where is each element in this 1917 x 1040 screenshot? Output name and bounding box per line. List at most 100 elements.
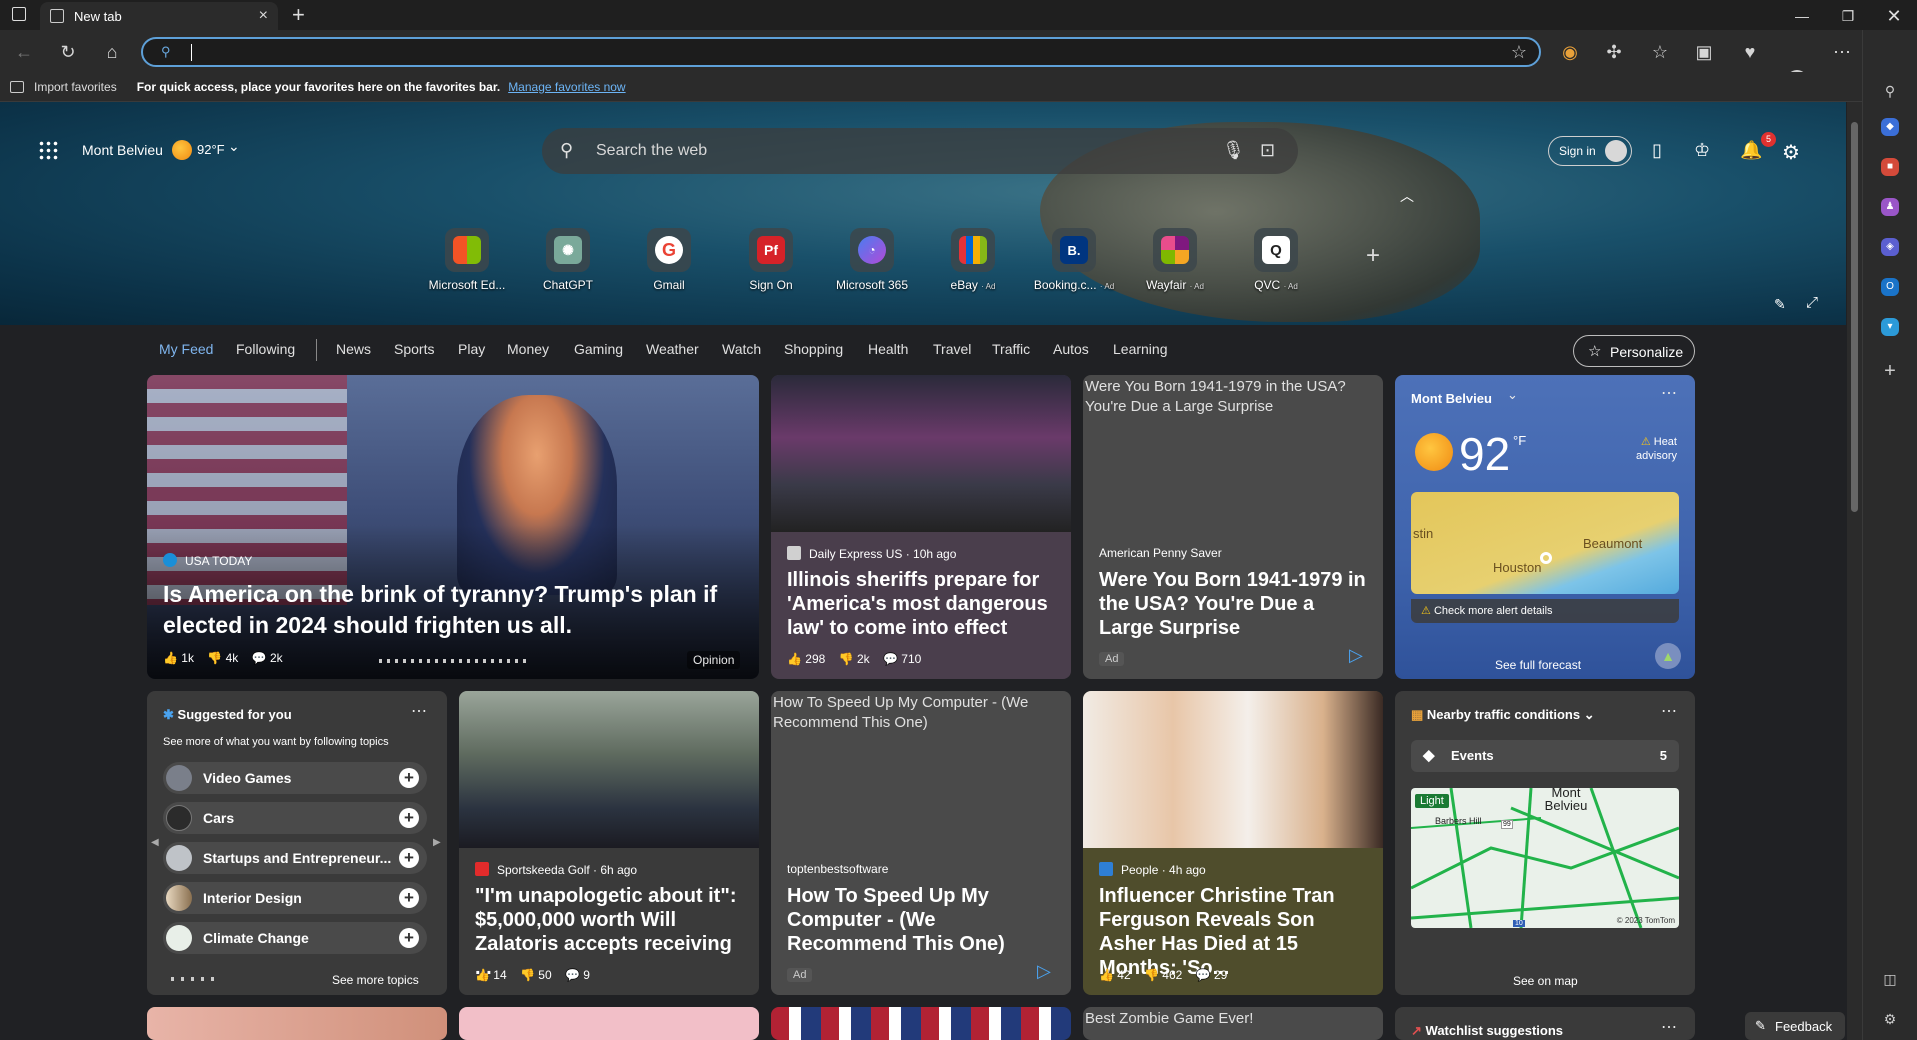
- people-news-card[interactable]: People · 4h ago Influencer Christine Tra…: [1083, 691, 1383, 995]
- topic-interior-design[interactable]: Interior Design +: [163, 882, 427, 914]
- microphone-icon[interactable]: 🎙: [1222, 140, 1245, 161]
- more-options-icon[interactable]: ⋯: [411, 701, 427, 721]
- nav-shopping[interactable]: Shopping: [784, 341, 843, 357]
- quick-link-sign-on[interactable]: Pf Sign On: [726, 228, 816, 292]
- minimize-icon[interactable]: —: [1780, 4, 1824, 28]
- next-topics-icon[interactable]: ▶: [433, 837, 441, 848]
- carousel-dots[interactable]: [379, 659, 529, 663]
- close-icon[interactable]: ×: [259, 7, 268, 25]
- nav-autos[interactable]: Autos: [1053, 341, 1089, 357]
- quick-link-microsoft-edge[interactable]: Microsoft Ed...: [422, 228, 512, 292]
- quick-link-microsoft-365[interactable]: ◔ Microsoft 365: [827, 228, 917, 292]
- visual-search-icon[interactable]: ⊡: [1260, 140, 1275, 161]
- window-close-icon[interactable]: ✕: [1872, 4, 1916, 28]
- page-scrollbar[interactable]: [1847, 102, 1862, 1040]
- home-icon[interactable]: ⌂: [100, 40, 124, 64]
- settings-icon[interactable]: ⚙: [1877, 1006, 1903, 1032]
- ad-choices-icon[interactable]: ▷: [1037, 961, 1051, 982]
- weather-card[interactable]: Mont Belvieu ⌄ ⋯ 92 °F ⚠ Heat advisory s…: [1395, 375, 1695, 679]
- shopping-icon[interactable]: ◆: [1881, 118, 1899, 136]
- import-favorites-button[interactable]: Import favorites: [34, 80, 117, 94]
- rewards-icon[interactable]: ♔: [1694, 140, 1710, 161]
- nav-watch[interactable]: Watch: [722, 341, 761, 357]
- chevron-down-icon[interactable]: ⌄: [228, 138, 240, 155]
- more-options-icon[interactable]: ⋯: [1661, 383, 1677, 403]
- traffic-card[interactable]: ▦ Nearby traffic conditions ⌄ ⋯ ◆ Events…: [1395, 691, 1695, 995]
- drop-icon[interactable]: ▾: [1881, 318, 1899, 336]
- nav-gaming[interactable]: Gaming: [574, 341, 623, 357]
- tab-actions-icon[interactable]: [12, 7, 26, 21]
- events-row[interactable]: ◆ Events 5: [1411, 740, 1679, 772]
- edit-background-icon[interactable]: ✎: [1774, 296, 1786, 313]
- sign-in-button[interactable]: Sign in: [1548, 136, 1632, 166]
- nav-sports[interactable]: Sports: [394, 341, 434, 357]
- collections-icon[interactable]: ▣: [1692, 40, 1716, 64]
- ad-choices-icon[interactable]: ▷: [1349, 645, 1363, 666]
- nav-learning[interactable]: Learning: [1113, 341, 1168, 357]
- personalize-button[interactable]: ☆ Personalize: [1573, 335, 1695, 367]
- star-icon[interactable]: ☆: [1511, 42, 1527, 63]
- nav-weather[interactable]: Weather: [646, 341, 699, 357]
- follow-topic-icon[interactable]: +: [399, 768, 419, 788]
- web-search-box[interactable]: ⚲ Search the web 🎙 ⊡: [542, 128, 1298, 174]
- performance-icon[interactable]: ♥: [1738, 40, 1762, 64]
- scrollbar-thumb[interactable]: [1851, 122, 1858, 512]
- partial-card-2[interactable]: [459, 1007, 759, 1040]
- see-more-topics-button[interactable]: See more topics: [332, 973, 419, 987]
- nav-money[interactable]: Money: [507, 341, 549, 357]
- quick-link-chatgpt[interactable]: ✺ ChatGPT: [523, 228, 613, 292]
- tree-icon[interactable]: ▲: [1655, 643, 1681, 669]
- more-options-icon[interactable]: ⋯: [1661, 1017, 1677, 1037]
- topic-climate-change[interactable]: Climate Change +: [163, 922, 427, 954]
- alert-details-bar[interactable]: ⚠ Check more alert details: [1411, 599, 1679, 623]
- favorites-icon[interactable]: ☆: [1648, 40, 1672, 64]
- quick-link-wayfair[interactable]: Wayfair · Ad: [1130, 228, 1220, 292]
- follow-topic-icon[interactable]: +: [399, 928, 419, 948]
- topic-startups[interactable]: Startups and Entrepreneur... +: [163, 842, 427, 874]
- nav-my-feed[interactable]: My Feed: [159, 341, 213, 357]
- follow-topic-icon[interactable]: +: [399, 848, 419, 868]
- watchlist-card[interactable]: ↗ Watchlist suggestions ⋯: [1395, 1007, 1695, 1040]
- sidebar-toggle-icon[interactable]: ◫: [1877, 966, 1903, 992]
- zombie-ad-card[interactable]: Best Zombie Game Ever!: [1083, 1007, 1383, 1040]
- outlook-icon[interactable]: O: [1881, 278, 1899, 296]
- penny-saver-ad-card[interactable]: Were You Born 1941-1979 in the USA? You'…: [1083, 375, 1383, 679]
- topic-cars[interactable]: Cars +: [163, 802, 427, 834]
- copilot-shield-icon[interactable]: ◉: [1558, 40, 1582, 64]
- restore-icon[interactable]: ❐: [1826, 4, 1870, 28]
- refresh-icon[interactable]: ↻: [56, 40, 80, 64]
- more-icon[interactable]: ⋯: [1830, 40, 1854, 64]
- illinois-news-card[interactable]: Daily Express US · 10h ago Illinois sher…: [771, 375, 1071, 679]
- more-options-icon[interactable]: ⋯: [1661, 701, 1677, 721]
- expand-icon[interactable]: ⤢: [1806, 294, 1818, 311]
- extensions-icon[interactable]: ✣: [1602, 40, 1626, 64]
- address-bar[interactable]: ⚲ ☆: [141, 37, 1541, 67]
- manage-favorites-link[interactable]: Manage favorites now: [508, 80, 625, 94]
- golf-news-card[interactable]: Sportskeeda Golf · 6h ago "I'm unapologe…: [459, 691, 759, 995]
- nav-news[interactable]: News: [336, 341, 371, 357]
- main-news-card[interactable]: USA TODAY Is America on the brink of tyr…: [147, 375, 759, 679]
- chevron-down-icon[interactable]: ⌄: [1507, 387, 1518, 403]
- nav-following[interactable]: Following: [236, 341, 295, 357]
- speed-computer-ad-card[interactable]: How To Speed Up My Computer - (We Recomm…: [771, 691, 1071, 995]
- bell-icon[interactable]: 🔔: [1740, 140, 1762, 161]
- traffic-map[interactable]: Light Mont Belvieu Barbers Hill 99 10 © …: [1411, 788, 1679, 928]
- collapse-chevron-icon[interactable]: ︿: [1400, 186, 1414, 206]
- add-quick-link-icon[interactable]: +: [1366, 242, 1380, 270]
- nav-travel[interactable]: Travel: [933, 341, 971, 357]
- tools-icon[interactable]: ■: [1881, 158, 1899, 176]
- location-label[interactable]: Mont Belvieu: [82, 142, 163, 158]
- add-icon[interactable]: +: [1877, 358, 1903, 384]
- phone-icon[interactable]: ▯: [1652, 140, 1662, 161]
- weather-map[interactable]: stin Beaumont Houston: [1411, 492, 1679, 594]
- feedback-button[interactable]: ✎ Feedback: [1745, 1012, 1845, 1040]
- follow-topic-icon[interactable]: +: [399, 888, 419, 908]
- quick-link-ebay[interactable]: eBay · Ad: [928, 228, 1018, 292]
- traffic-title[interactable]: ▦ Nearby traffic conditions ⌄: [1411, 707, 1595, 723]
- nav-play[interactable]: Play: [458, 341, 485, 357]
- apps-launcher-icon[interactable]: [38, 140, 58, 160]
- tab-new-tab[interactable]: New tab ×: [40, 2, 278, 30]
- new-tab-icon[interactable]: +: [292, 2, 305, 28]
- quick-link-booking[interactable]: B. Booking.c... · Ad: [1029, 228, 1119, 292]
- follow-topic-icon[interactable]: +: [399, 808, 419, 828]
